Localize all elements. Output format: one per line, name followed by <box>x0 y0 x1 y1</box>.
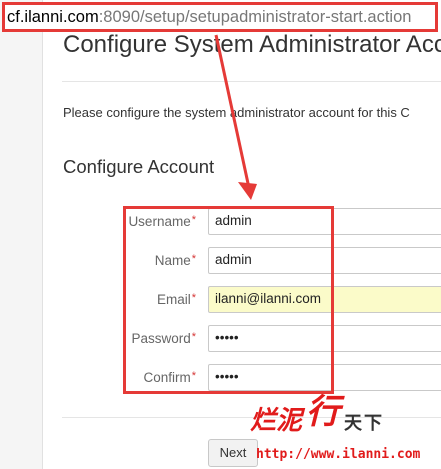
watermark-char: 天下 <box>344 413 385 434</box>
watermark-char: 行 <box>306 392 341 432</box>
watermark-url: http://www.ilanni.com <box>256 447 421 462</box>
watermark-logo: 烂泥行天下 <box>250 390 384 439</box>
watermark-char: 泥 <box>276 406 303 436</box>
next-button[interactable]: Next <box>208 439 258 467</box>
watermark-char: 烂 <box>250 406 277 436</box>
